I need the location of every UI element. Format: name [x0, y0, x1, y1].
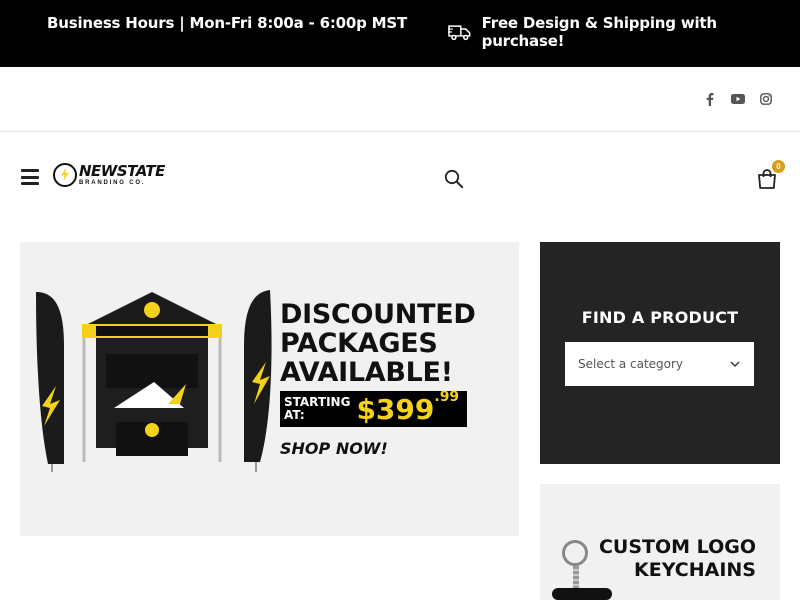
tent-graphic [36, 290, 272, 472]
price-value: $399 [356, 392, 435, 426]
keychain-title-line-2: KEYCHAINS [634, 559, 756, 581]
keychain-title: CUSTOM LOGO KEYCHAINS [599, 536, 756, 582]
price-cents: .99 [434, 388, 460, 405]
shipping-notice: Free Design & Shipping with purchase! [448, 14, 800, 50]
logo-tagline: BRANDING CO. [79, 180, 146, 186]
headline-line-2: PACKAGES [280, 328, 438, 359]
at-label: AT: [284, 408, 305, 422]
promo-copy: DISCOUNTED PACKAGES AVAILABLE! STARTING … [280, 300, 512, 458]
business-hours: Business Hours | Mon-Fri 8:00a - 6:00p M… [47, 14, 408, 32]
category-select-value: Select a category [578, 357, 684, 371]
search-icon[interactable] [444, 169, 464, 194]
logo-name: NEWSTATE [79, 162, 165, 180]
youtube-icon[interactable] [731, 92, 745, 106]
main-header: NEWSTATE BRANDING CO. 0 [0, 132, 800, 222]
keyring-graphic [562, 540, 588, 566]
keychain-title-line-1: CUSTOM LOGO [598, 536, 756, 558]
hamburger-icon[interactable] [21, 169, 39, 185]
instagram-icon[interactable] [759, 92, 773, 106]
cart-bag-icon[interactable]: 0 [756, 160, 785, 195]
headline-line-1: DISCOUNTED [280, 299, 476, 330]
shop-now-link[interactable]: SHOP NOW! [280, 439, 512, 458]
lightning-logo-icon [53, 163, 77, 187]
site-logo[interactable]: NEWSTATE BRANDING CO. [53, 163, 165, 187]
shipping-text: Free Design & Shipping with purchase! [481, 14, 717, 50]
category-select[interactable]: Select a category [565, 342, 754, 386]
find-product-title: FIND A PRODUCT [581, 308, 739, 327]
facebook-icon[interactable] [703, 92, 717, 106]
headline-line-3: AVAILABLE! [280, 357, 453, 388]
keychain-tags-graphic [552, 588, 612, 600]
social-bar [0, 67, 800, 132]
find-product-panel: FIND A PRODUCT Select a category [540, 242, 780, 464]
truck-icon [448, 25, 471, 41]
promo-banner[interactable]: DISCOUNTED PACKAGES AVAILABLE! STARTING … [20, 242, 519, 536]
keychain-chain-graphic [573, 566, 579, 588]
top-announcement-bar: Business Hours | Mon-Fri 8:00a - 6:00p M… [0, 0, 800, 67]
cart-count-badge: 0 [772, 160, 785, 173]
chevron-down-icon [730, 361, 740, 367]
keychain-promo[interactable]: CUSTOM LOGO KEYCHAINS [540, 484, 780, 600]
social-icons [703, 92, 773, 106]
price-tag: STARTING AT: $399.99 [280, 388, 468, 427]
